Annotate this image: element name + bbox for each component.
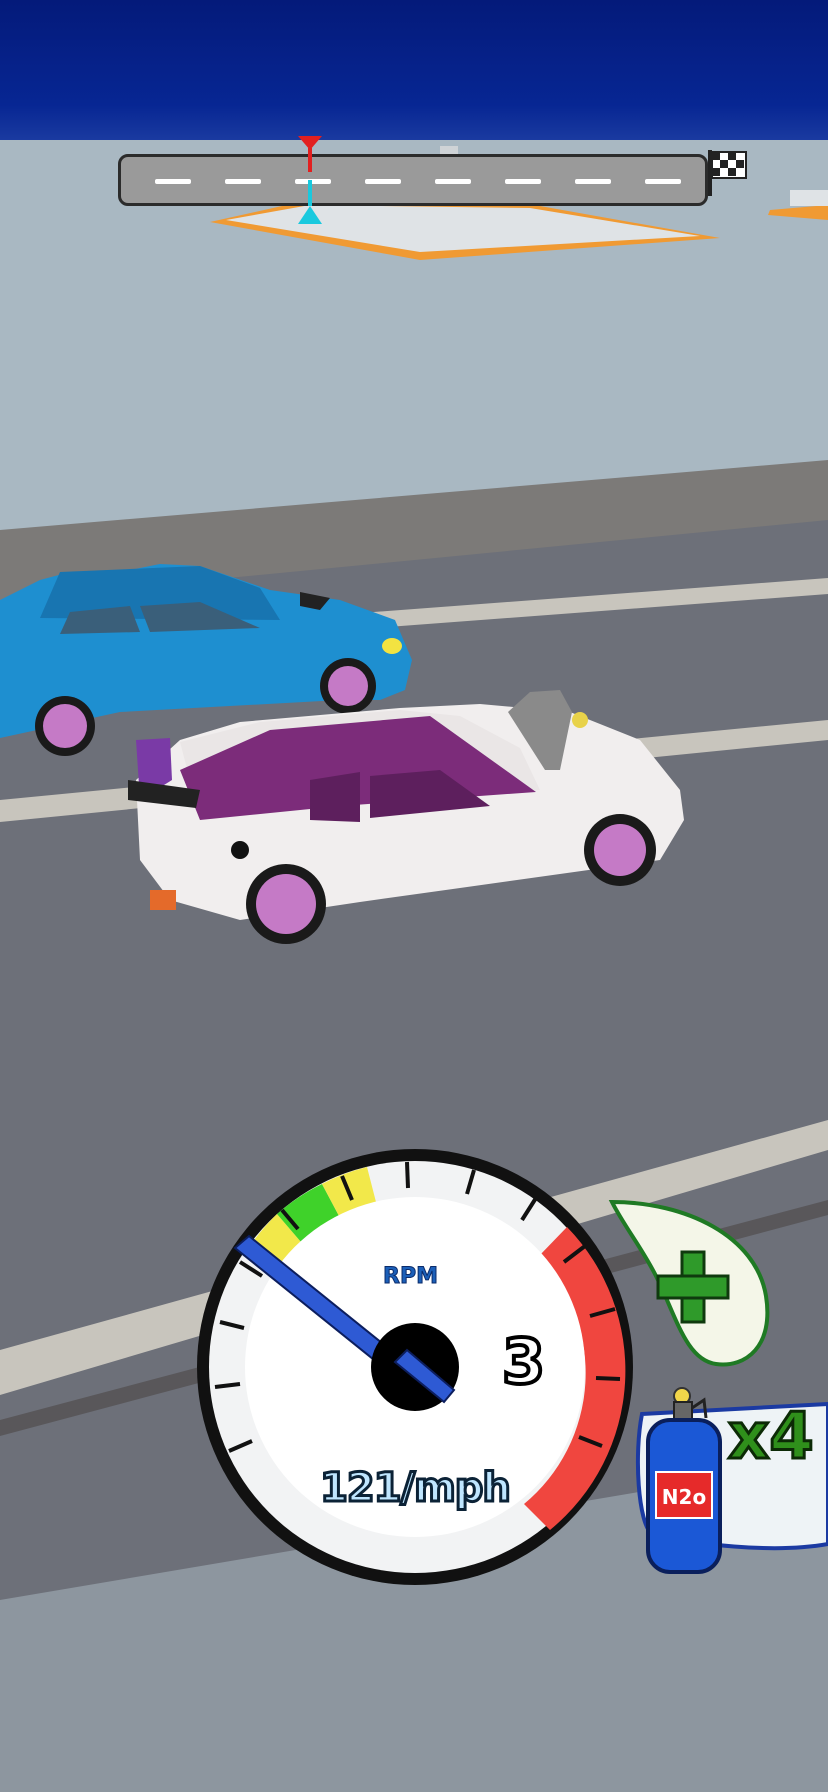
gear-indicator: 3 bbox=[500, 1323, 547, 1400]
nitro-bottle-icon[interactable]: N2o bbox=[640, 1386, 730, 1578]
race-progress-bar bbox=[118, 154, 708, 206]
speedometer bbox=[197, 1149, 633, 1585]
rival-position-marker bbox=[298, 136, 322, 172]
checkered-flag-icon bbox=[708, 150, 747, 196]
speed-readout: 121/mph bbox=[319, 1464, 513, 1513]
player-position-marker bbox=[298, 180, 322, 224]
nitro-label: N2o bbox=[662, 1485, 706, 1509]
rpm-label: RPM bbox=[383, 1264, 439, 1290]
add-button[interactable] bbox=[606, 1196, 778, 1374]
nitro-count: x4 bbox=[727, 1399, 816, 1476]
